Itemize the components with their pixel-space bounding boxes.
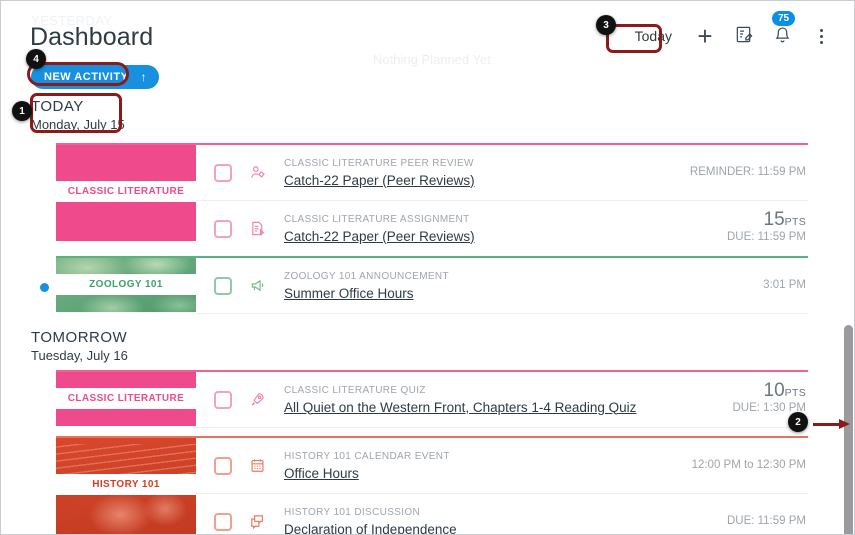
planner-group-zoology-today: ZOOLOGY 101 ZOOLOGY 101 ANNOUNCEMENT Sum… [1, 256, 832, 314]
item-checkbox[interactable] [214, 276, 232, 295]
bell-icon [773, 25, 792, 48]
notifications-badge: 75 [772, 11, 796, 26]
course-card-name: ZOOLOGY 101 [56, 274, 196, 295]
course-card-name: HISTORY 101 [56, 474, 196, 495]
assignment-icon [244, 220, 270, 237]
day-heading-tomorrow: TOMORROW Tuesday, July 16 [31, 329, 128, 364]
calendar-icon [244, 457, 270, 474]
more-options-button[interactable] [802, 20, 840, 52]
item-context: CLASSIC LITERATURE ASSIGNMENT [284, 213, 470, 225]
discussion-icon [244, 513, 270, 530]
notifications-button[interactable]: 75 [763, 11, 802, 52]
item-meta: 3:01 PM [763, 278, 808, 293]
quiz-rocket-icon [244, 391, 270, 408]
planner-group-history-tomorrow: HISTORY 101 HISTORY 101 CALENDAR EVENT O… [1, 436, 832, 535]
item-meta: REMINDER: 11:59 PM [690, 165, 808, 180]
course-card-classic-literature[interactable]: CLASSIC LITERATURE [56, 145, 196, 241]
item-checkbox[interactable] [214, 456, 232, 475]
add-button[interactable]: + [686, 20, 724, 52]
header-actions: Today + 75 [621, 11, 840, 52]
item-checkbox[interactable] [214, 219, 232, 238]
course-card-history-101[interactable]: HISTORY 101 [56, 438, 196, 534]
planner-group-classic-literature-tomorrow: CLASSIC LITERATURE CLASSIC LITERATURE QU… [1, 370, 832, 428]
item-title-link[interactable]: Declaration of Independence [284, 521, 727, 535]
item-points: 15PTS [727, 209, 806, 230]
course-card-zoology-101[interactable]: ZOOLOGY 101 [56, 258, 196, 312]
item-title-link[interactable]: All Quiet on the Western Front, Chapters… [284, 399, 733, 416]
item-points-unit: PTS [784, 387, 806, 399]
item-context: CLASSIC LITERATURE PEER REVIEW [284, 157, 474, 169]
dashboard-list-scroll-area[interactable]: NEW ACTIVITY ↑ TODAY Monday, July 15 CLA… [1, 63, 854, 535]
item-checkbox[interactable] [214, 390, 232, 409]
item-meta-line: 12:00 PM to 12:30 PM [691, 459, 806, 471]
item-meta-line: REMINDER: 11:59 PM [689, 166, 806, 178]
planner-item-row[interactable]: HISTORY 101 DISCUSSION Declaration of In… [196, 494, 808, 535]
announcement-icon [244, 277, 270, 294]
planner-rows: CLASSIC LITERATURE PEER REVIEW Catch-22 … [196, 145, 808, 257]
app-header: YESTERDAY Dashboard Nothing Planned Yet … [1, 1, 854, 67]
item-text: HISTORY 101 DISCUSSION Declaration of In… [270, 506, 727, 535]
item-meta-line: 3:01 PM [763, 279, 806, 291]
peer-review-icon [244, 164, 270, 181]
item-checkbox[interactable] [214, 163, 232, 182]
annotation-marker-4: 4 [26, 49, 46, 69]
planner-group-classic-literature-today: CLASSIC LITERATURE CLASSIC LITERATURE PE… [1, 143, 832, 257]
item-meta: DUE: 11:59 PM [727, 514, 808, 529]
today-button[interactable]: Today [621, 20, 686, 52]
planner-item-row[interactable]: HISTORY 101 CALENDAR EVENT Office Hours … [196, 438, 808, 494]
student-view-button[interactable] [724, 20, 763, 52]
kebab-menu-icon [819, 28, 823, 44]
item-title-link[interactable]: Catch-22 Paper (Peer Reviews) [284, 172, 690, 189]
item-context: ZOOLOGY 101 ANNOUNCEMENT [284, 270, 449, 282]
day-heading-today-date: Monday, July 15 [31, 117, 125, 132]
item-meta-line: DUE: 11:59 PM [726, 231, 806, 243]
item-title-link[interactable]: Office Hours [284, 465, 692, 482]
item-context: HISTORY 101 DISCUSSION [284, 506, 421, 518]
item-points-unit: PTS [784, 216, 806, 228]
unread-indicator-dot [40, 283, 49, 292]
day-heading-today-dow: TODAY [31, 98, 84, 115]
planner-rows: ZOOLOGY 101 ANNOUNCEMENT Summer Office H… [196, 258, 808, 314]
item-text: HISTORY 101 CALENDAR EVENT Office Hours [270, 450, 692, 482]
planner-rows: HISTORY 101 CALENDAR EVENT Office Hours … [196, 438, 808, 535]
item-text: CLASSIC LITERATURE QUIZ All Quiet on the… [270, 384, 733, 416]
annotation-marker-2: 2 [788, 412, 808, 432]
item-context: CLASSIC LITERATURE QUIZ [284, 384, 426, 396]
item-points-value: 10 [763, 380, 785, 401]
item-checkbox[interactable] [214, 512, 232, 531]
item-points: 10PTS [733, 380, 807, 401]
day-heading-tomorrow-date: Tuesday, July 16 [31, 348, 128, 363]
planner-item-row[interactable]: ZOOLOGY 101 ANNOUNCEMENT Summer Office H… [196, 258, 808, 314]
item-text: CLASSIC LITERATURE PEER REVIEW Catch-22 … [270, 157, 690, 189]
annotation-marker-3: 3 [596, 15, 616, 35]
course-card-classic-literature[interactable]: CLASSIC LITERATURE [56, 372, 196, 426]
course-card-name: CLASSIC LITERATURE [56, 388, 196, 409]
item-meta: 15PTS DUE: 11:59 PM [726, 209, 808, 245]
student-view-icon [734, 25, 753, 47]
planner-item-row[interactable]: CLASSIC LITERATURE PEER REVIEW Catch-22 … [196, 145, 808, 201]
item-text: ZOOLOGY 101 ANNOUNCEMENT Summer Office H… [270, 270, 763, 302]
planner-item-row[interactable]: CLASSIC LITERATURE QUIZ All Quiet on the… [196, 372, 808, 428]
canvas-dashboard: YESTERDAY Dashboard Nothing Planned Yet … [0, 0, 855, 535]
annotation-marker-1: 1 [12, 101, 32, 121]
arrow-up-icon: ↑ [140, 70, 147, 84]
day-heading-today: TODAY Monday, July 15 [31, 98, 125, 133]
vertical-scrollbar-thumb[interactable] [844, 325, 853, 534]
page-title: Dashboard [30, 23, 154, 51]
item-points-value: 15 [763, 209, 785, 230]
item-title-link[interactable]: Summer Office Hours [284, 285, 763, 302]
item-context: HISTORY 101 CALENDAR EVENT [284, 450, 450, 462]
ghost-nothing-planned-label: Nothing Planned Yet [373, 52, 491, 67]
planner-item-row[interactable]: CLASSIC LITERATURE ASSIGNMENT Catch-22 P… [196, 201, 808, 257]
new-activity-label: NEW ACTIVITY [44, 71, 129, 83]
day-heading-tomorrow-dow: TOMORROW [31, 329, 128, 346]
item-text: CLASSIC LITERATURE ASSIGNMENT Catch-22 P… [270, 213, 727, 245]
new-activity-button[interactable]: NEW ACTIVITY ↑ [31, 65, 159, 89]
planner-rows: CLASSIC LITERATURE QUIZ All Quiet on the… [196, 372, 808, 428]
item-meta: 12:00 PM to 12:30 PM [692, 458, 808, 473]
plus-icon: + [697, 21, 713, 51]
item-meta-line: DUE: 11:59 PM [726, 515, 806, 527]
course-card-name: CLASSIC LITERATURE [56, 181, 196, 202]
item-title-link[interactable]: Catch-22 Paper (Peer Reviews) [284, 228, 727, 245]
